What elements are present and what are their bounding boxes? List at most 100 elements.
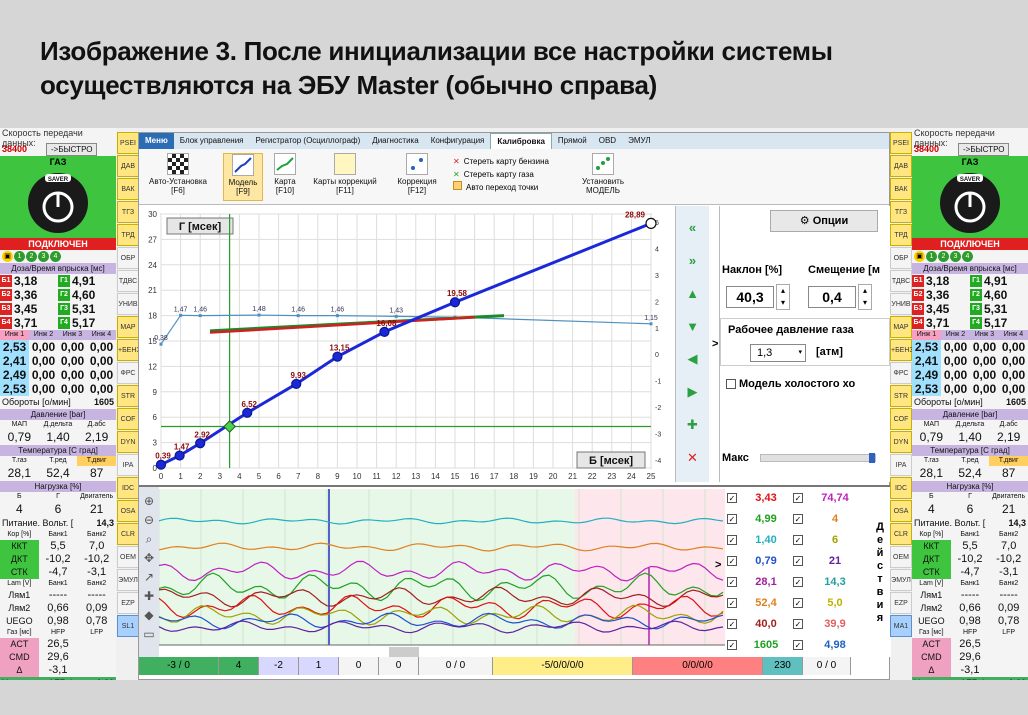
tab-item[interactable]: Калибровка [490,133,552,149]
cylinder-indicator[interactable]: 2 [26,251,37,262]
tab-item[interactable]: Меню [139,133,174,149]
module-button[interactable]: CLR [890,523,912,545]
prev-icon[interactable]: » [681,248,705,272]
auto-setup-button[interactable]: Авто-Установка [F6] [145,153,211,195]
tab-item[interactable]: Прямой [552,133,593,149]
collapse-arrow-icon[interactable]: > [712,338,718,350]
correction-button[interactable]: Коррекция [F12] [391,153,443,195]
module-button[interactable]: IPA [890,454,912,476]
cylinder-indicator[interactable]: 2 [938,251,949,262]
signal-checkbox[interactable]: ✓ [727,534,737,545]
module-button[interactable]: ТГЗ [890,201,912,223]
fast-button[interactable]: ->БЫСТРО [46,142,98,156]
afr-row[interactable]: Управлять AFR (1,01 [0,677,116,680]
signal-checkbox[interactable]: ✓ [727,492,737,503]
module-button[interactable]: PSEI [890,132,912,154]
shift-stepper[interactable]: ▴ ▾ [858,284,872,310]
module-button[interactable]: ТРД [117,224,139,246]
module-button[interactable]: IDC [890,477,912,499]
module-button[interactable]: ОБР [117,247,139,269]
module-button[interactable]: IPA [117,454,139,476]
slope-input[interactable]: 40,3 [726,286,774,308]
tab-item[interactable]: Конфигурация [425,133,491,149]
model-button[interactable]: Модель [F9] [223,153,263,201]
module-button[interactable]: ТДВС [117,270,139,292]
module-button[interactable]: ДАВ [117,155,139,177]
erase-gas-map-link[interactable]: ✕ Стереть карту газа [453,168,549,181]
cylinder-indicator[interactable]: 3 [38,251,49,262]
signal-checkbox[interactable]: ✓ [727,639,737,650]
module-button[interactable]: ВАК [890,178,912,200]
options-button[interactable]: ⚙ Опции [770,210,878,232]
module-button[interactable]: УНИВ [117,293,139,315]
signal-checkbox[interactable]: ✓ [727,555,737,566]
module-button[interactable]: ВАК [117,178,139,200]
module-button[interactable]: ФРС [890,362,912,384]
cylinder-indicator[interactable]: 4 [50,251,61,262]
module-button[interactable]: УНИВ [890,293,912,315]
afr-row[interactable]: Управлять AFR (1,01 [912,677,1028,680]
module-button[interactable]: STR [890,385,912,407]
legend-arrow-icon[interactable]: > [715,559,721,571]
erase-petrol-map-link[interactable]: ✕ Стереть карту бензина [453,155,549,168]
module-button[interactable]: CLR [117,523,139,545]
signal-checkbox[interactable]: ✓ [793,555,803,566]
module-button[interactable]: OSA [117,500,139,522]
tab-item[interactable]: OBD [593,133,622,149]
actions-label[interactable]: Действия [869,487,891,659]
module-button[interactable]: EZP [890,592,912,614]
module-button[interactable]: COF [890,408,912,430]
module-button[interactable]: OEM [117,546,139,568]
signal-checkbox[interactable]: ✓ [727,576,737,587]
signal-checkbox[interactable]: ✓ [793,618,803,629]
module-button[interactable]: +БЕНЗ [117,339,141,361]
signal-checkbox[interactable]: ✓ [793,534,803,545]
module-button[interactable]: PSEI [117,132,139,154]
module-button[interactable]: ТДВС [890,270,912,292]
delete-icon[interactable]: ✕ [681,446,705,470]
module-button[interactable]: DYN [890,431,912,453]
tab-item[interactable]: Диагностика [366,133,424,149]
max-slider[interactable] [760,453,876,463]
right-icon[interactable]: ▶ [681,380,705,404]
first-icon[interactable]: « [681,215,705,239]
module-button[interactable]: SL1 [117,615,139,637]
module-button[interactable]: ТГЗ [117,201,139,223]
install-model-button[interactable]: Установить МОДЕЛЬ [575,153,631,195]
slope-stepper[interactable]: ▴ ▾ [776,284,790,310]
cylinder-indicator[interactable]: 1 [926,251,937,262]
fast-button[interactable]: ->БЫСТРО [958,142,1010,156]
signal-checkbox[interactable]: ✓ [793,639,803,650]
module-button[interactable]: DYN [117,431,139,453]
module-button[interactable]: ФРС [117,362,139,384]
signal-checkbox[interactable]: ✓ [793,597,803,608]
module-button[interactable]: COF [117,408,139,430]
signal-checkbox[interactable]: ✓ [793,492,803,503]
idle-model-checkbox[interactable]: Модель холостого хо [726,378,855,390]
signal-checkbox[interactable]: ✓ [793,576,803,587]
module-button[interactable]: ТРД [890,224,912,246]
cylinder-indicator[interactable]: 3 [950,251,961,262]
module-button[interactable]: ДАВ [890,155,912,177]
module-button[interactable]: MAP [117,316,139,338]
shift-input[interactable]: 0,4 [808,286,856,308]
signal-checkbox[interactable]: ✓ [727,513,737,524]
auto-point-checkbox[interactable]: Авто переход точки [453,181,549,194]
module-button[interactable]: ОБР [890,247,912,269]
module-button[interactable]: ЭМУЛ [117,569,139,591]
module-button[interactable]: OSA [890,500,912,522]
signal-checkbox[interactable]: ✓ [793,513,803,524]
module-button[interactable]: +БЕНЗ [890,339,914,361]
signal-checkbox[interactable]: ✓ [727,618,737,629]
down-icon[interactable]: ▼ [681,314,705,338]
up-icon[interactable]: ▲ [681,281,705,305]
cylinder-indicator[interactable]: 4 [962,251,973,262]
module-button[interactable]: MA1 [890,615,912,637]
tab-item[interactable]: Регистратор (Осциллограф) [250,133,367,149]
tab-item[interactable]: Блок управления [174,133,250,149]
module-button[interactable]: EZP [117,592,139,614]
module-button[interactable]: ЭМУЛ [890,569,912,591]
left-icon[interactable]: ◀ [681,347,705,371]
map-button[interactable]: Карта [F10] [269,153,301,195]
tab-item[interactable]: ЭМУЛ [622,133,656,149]
